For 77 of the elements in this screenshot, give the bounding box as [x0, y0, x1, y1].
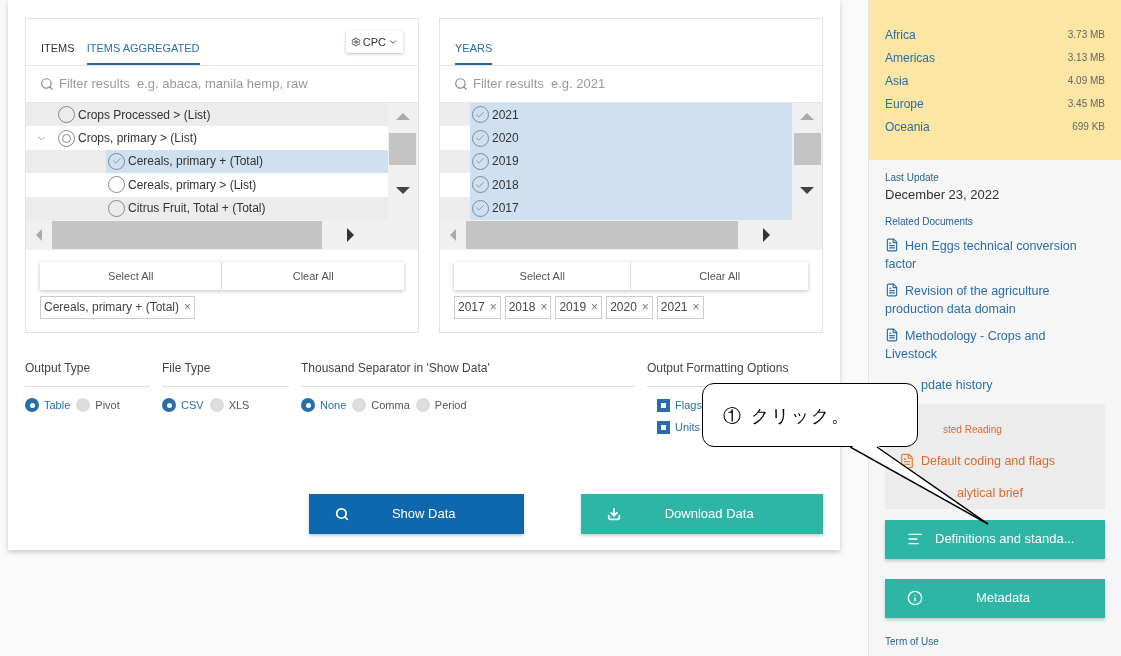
section-label: Last Update	[885, 171, 940, 185]
year-item[interactable]: 2020	[469, 126, 792, 150]
selected-chip[interactable]: 2020 ×	[606, 295, 653, 319]
tree-item[interactable]: Cereals, primary + (Total)	[106, 149, 388, 174]
remove-icon[interactable]: ×	[489, 298, 497, 317]
document-icon	[885, 282, 899, 297]
remove-icon[interactable]: ×	[184, 298, 192, 317]
section-label: Related Documents	[885, 214, 974, 229]
selected-chip[interactable]: 2017 ×	[453, 295, 501, 319]
radio-option[interactable]: None	[301, 396, 347, 414]
year-item[interactable]: 2018	[469, 173, 792, 197]
show-data-button[interactable]: Show Data	[309, 493, 525, 534]
download-link[interactable]: Asia	[885, 71, 909, 90]
year-item[interactable]: 2021	[469, 103, 792, 127]
vertical-scrollbar[interactable]	[792, 103, 822, 220]
file-size: 3.13 MB	[1067, 51, 1105, 65]
file-size: 4.09 MB	[1067, 74, 1105, 88]
download-link[interactable]: Europe	[885, 94, 924, 113]
radio-option[interactable]: Pivot	[76, 396, 120, 414]
tree-item[interactable]: Cereals, primary > (List)	[106, 173, 388, 197]
download-icon	[607, 506, 622, 521]
clear-all-button[interactable]: Clear All	[222, 261, 404, 290]
filter-input[interactable]: Filter results e.g. abaca, manila hemp, raw	[59, 74, 404, 94]
checkbox-option[interactable]: Flags	[657, 396, 702, 414]
code-dropdown[interactable]: CPC	[345, 31, 403, 53]
document-link[interactable]: Hen Eggs technical conversion factor	[885, 236, 1091, 273]
tab[interactable]: ITEMS	[41, 39, 75, 65]
radio-option[interactable]: Period	[415, 396, 467, 414]
info-icon	[907, 590, 923, 606]
select-all-button[interactable]: Select All	[453, 261, 632, 290]
year-item[interactable]: 2017	[469, 196, 792, 220]
tree-item[interactable]: Crops, primary > (List)	[56, 126, 388, 150]
option-group-title: File Type	[162, 358, 289, 387]
selected-chip[interactable]: 2021 ×	[656, 295, 704, 319]
option-group-title: Thousand Separator in 'Show Data'	[301, 358, 635, 387]
radio-option[interactable]: Table	[25, 396, 71, 414]
caret-icon	[387, 37, 398, 47]
download-link[interactable]: Americas	[885, 48, 935, 67]
section-label: sted Reading	[943, 423, 1002, 435]
file-size: 699 KB	[1072, 120, 1105, 134]
document-link[interactable]: Methodology - Crops and Livestock	[885, 326, 1091, 363]
download-link[interactable]: Africa	[885, 25, 916, 44]
horizontal-scrollbar[interactable]	[439, 219, 822, 250]
option-group-title: Output Type	[25, 358, 150, 387]
document-link[interactable]: Revision of the agriculture production data domain	[885, 281, 1091, 318]
document-icon	[885, 237, 899, 252]
vertical-scrollbar[interactable]	[387, 103, 418, 220]
document-link[interactable]: pdate history	[921, 377, 993, 392]
horizontal-scrollbar[interactable]	[26, 219, 418, 250]
clear-all-button[interactable]: Clear All	[631, 261, 808, 290]
selected-chip[interactable]: 2018 ×	[504, 295, 552, 319]
radio-option[interactable]: CSV	[162, 396, 204, 414]
radio-option[interactable]: XLS	[209, 396, 250, 414]
search-icon	[40, 77, 54, 91]
tab[interactable]: ITEMS AGGREGATED	[86, 39, 200, 65]
search-icon	[335, 506, 349, 521]
file-size: 3.45 MB	[1067, 97, 1105, 111]
tab[interactable]: YEARS	[454, 39, 493, 65]
year-item[interactable]: 2019	[469, 149, 792, 174]
selected-chip[interactable]: 2019 ×	[555, 295, 603, 319]
radio-option[interactable]: Comma	[352, 396, 410, 414]
callout-tooltip: ① クリック。	[702, 383, 918, 447]
download-link[interactable]: Oceania	[885, 117, 930, 136]
section-label: Term of Use	[885, 635, 939, 647]
checkbox-option[interactable]: Units	[657, 419, 701, 436]
select-all-button[interactable]: Select All	[40, 261, 223, 290]
remove-icon[interactable]: ×	[641, 298, 649, 317]
selected-chip[interactable]: Cereals, primary + (Total) ×	[40, 295, 196, 319]
menu-icon	[907, 531, 923, 547]
remove-icon[interactable]: ×	[540, 298, 548, 317]
filter-input[interactable]: Filter results e.g. 2021	[472, 74, 808, 94]
file-size: 3.73 MB	[1067, 28, 1105, 42]
document-icon	[885, 327, 899, 342]
last-update-date: December 23, 2022	[885, 186, 1001, 204]
remove-icon[interactable]: ×	[692, 298, 700, 317]
remove-icon[interactable]: ×	[591, 298, 599, 317]
search-icon	[453, 77, 468, 91]
